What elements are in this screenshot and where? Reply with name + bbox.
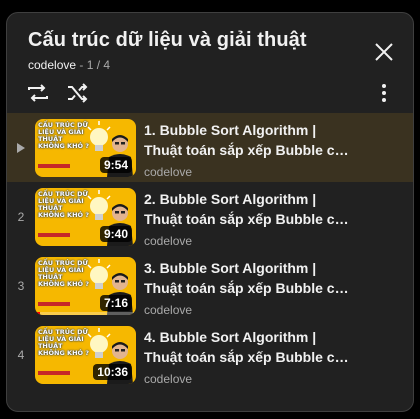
thumbnail-text: CẤU TRÚC DỮ LIỆU VÀ GIẢI THUẬT KHÔNG KHÓ… [38, 190, 90, 219]
play-arrow-icon [17, 142, 25, 153]
close-icon[interactable] [369, 37, 399, 67]
playlist-header: Cấu trúc dữ liệu và giải thuật codelove … [7, 13, 413, 113]
item-index-number: 3 [17, 278, 25, 293]
video-thumbnail[interactable]: CẤU TRÚC DỮ LIỆU VÀ GIẢI THUẬT KHÔNG KHÓ… [35, 326, 136, 384]
video-title[interactable]: 1. Bubble Sort Algorithm | Thuật toán sắ… [144, 120, 354, 160]
playlist-items: CẤU TRÚC DỮ LIỆU VÀ GIẢI THUẬT KHÔNG KHÓ… [7, 113, 413, 389]
playlist-item-index [7, 113, 35, 182]
thumbnail-red-bar [38, 302, 70, 306]
more-vert-icon[interactable] [371, 80, 397, 106]
video-thumbnail[interactable]: CẤU TRÚC DỮ LIỆU VÀ GIẢI THUẬT KHÔNG KHÓ… [35, 257, 136, 315]
video-title[interactable]: 4. Bubble Sort Algorithm | Thuật toán sắ… [144, 327, 354, 367]
playlist-title[interactable]: Cấu trúc dữ liệu và giải thuật [28, 29, 307, 52]
watch-progress [35, 312, 136, 315]
video-duration: 7:16 [99, 295, 132, 311]
playlist-item-index: 3 [7, 251, 35, 320]
playlist-item[interactable]: 2 CẤU TRÚC DỮ LIỆU VÀ GIẢI THUẬT KHÔNG K… [7, 182, 413, 251]
video-thumbnail[interactable]: CẤU TRÚC DỮ LIỆU VÀ GIẢI THUẬT KHÔNG KHÓ… [35, 119, 136, 177]
playlist-channel-link[interactable]: codelove [28, 58, 76, 72]
playlist-position: - 1 / 4 [76, 58, 111, 72]
playlist-panel: Cấu trúc dữ liệu và giải thuật codelove … [6, 12, 414, 412]
item-index-number: 2 [17, 209, 25, 224]
watch-progress-fill [35, 312, 41, 315]
video-duration: 9:40 [99, 226, 132, 242]
playlist-item[interactable]: CẤU TRÚC DỮ LIỆU VÀ GIẢI THUẬT KHÔNG KHÓ… [7, 113, 413, 182]
thumbnail-text: CẤU TRÚC DỮ LIỆU VÀ GIẢI THUẬT KHÔNG KHÓ… [38, 259, 90, 288]
video-title[interactable]: 3. Bubble Sort Algorithm | Thuật toán sắ… [144, 258, 354, 298]
thumbnail-red-bar [38, 233, 70, 237]
video-duration: 10:36 [93, 364, 132, 380]
video-channel[interactable]: codelove [144, 303, 192, 317]
playlist-item[interactable]: 3 CẤU TRÚC DỮ LIỆU VÀ GIẢI THUẬT KHÔNG K… [7, 251, 413, 320]
loop-icon[interactable] [25, 80, 51, 106]
thumbnail-text: CẤU TRÚC DỮ LIỆU VÀ GIẢI THUẬT KHÔNG KHÓ… [38, 121, 90, 150]
thumbnail-text: CẤU TRÚC DỮ LIỆU VÀ GIẢI THUẬT KHÔNG KHÓ… [38, 328, 90, 357]
video-duration: 9:54 [99, 157, 132, 173]
playlist-subtitle: codelove - 1 / 4 [28, 58, 110, 72]
video-channel[interactable]: codelove [144, 165, 192, 179]
video-title[interactable]: 2. Bubble Sort Algorithm | Thuật toán sắ… [144, 189, 354, 229]
thumbnail-red-bar [38, 164, 70, 168]
thumbnail-red-bar [38, 371, 70, 375]
item-index-number: 4 [17, 347, 25, 362]
playlist-item-index: 2 [7, 182, 35, 251]
shuffle-icon[interactable] [65, 80, 91, 106]
video-thumbnail[interactable]: CẤU TRÚC DỮ LIỆU VÀ GIẢI THUẬT KHÔNG KHÓ… [35, 188, 136, 246]
playlist-item-index: 4 [7, 320, 35, 389]
playlist-item[interactable]: 4 CẤU TRÚC DỮ LIỆU VÀ GIẢI THUẬT KHÔNG K… [7, 320, 413, 389]
video-channel[interactable]: codelove [144, 372, 192, 386]
video-channel[interactable]: codelove [144, 234, 192, 248]
